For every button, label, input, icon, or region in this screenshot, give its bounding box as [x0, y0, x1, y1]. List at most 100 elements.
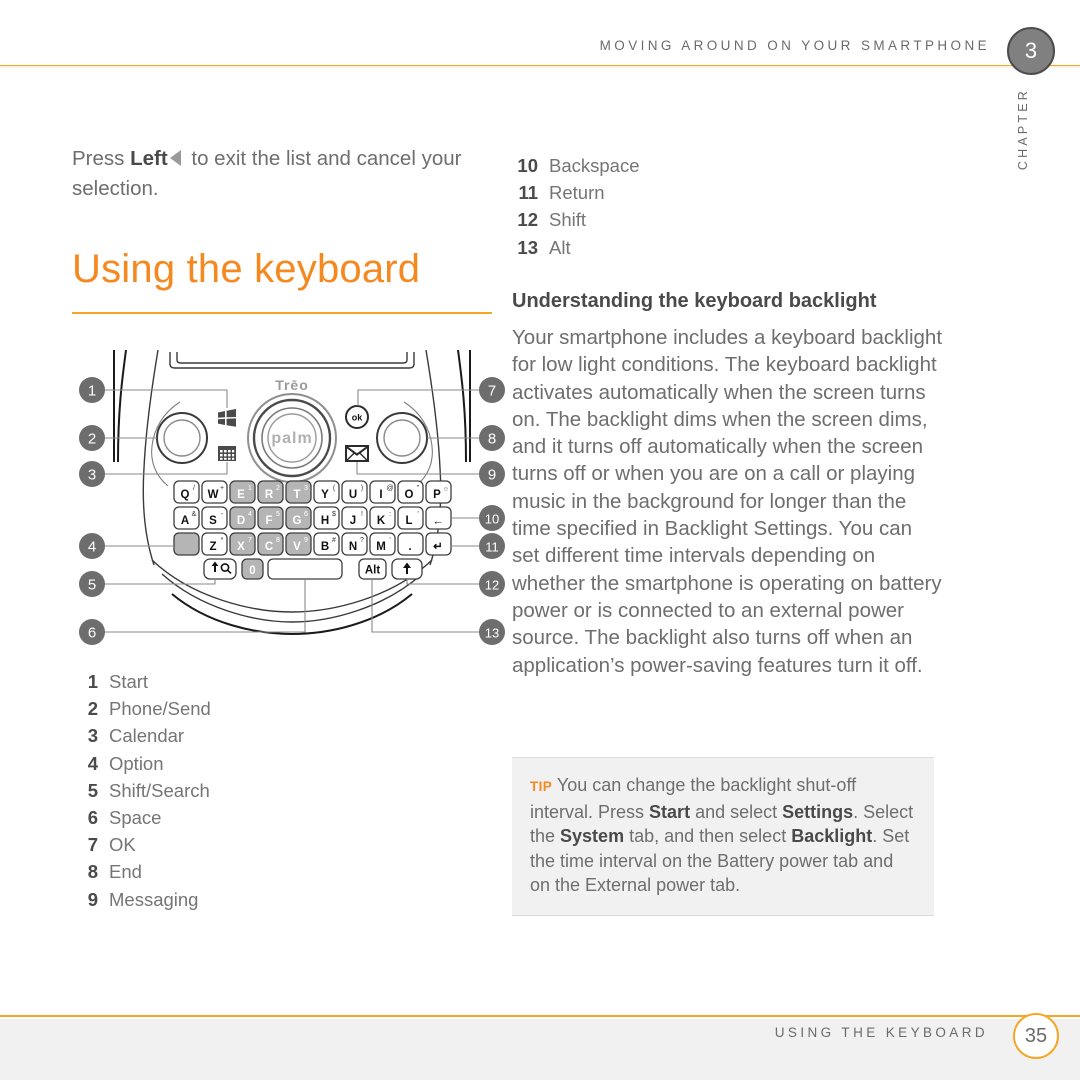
key-F: F5 — [257, 506, 284, 530]
svg-text:6: 6 — [304, 511, 308, 518]
svg-text:↵: ↵ — [433, 541, 443, 553]
keyboard-row-2: A& S- D4 F5 G6 H$ J! K: L' ← — [173, 506, 452, 530]
svg-text:?: ? — [360, 537, 364, 544]
backlight-section: Understanding the keyboard backlight You… — [512, 288, 942, 679]
manual-page: MOVING AROUND ON YOUR SMARTPHONE 3 CHAPT… — [0, 0, 1080, 1080]
legend-number: 5 — [87, 779, 98, 801]
svg-text:O: O — [405, 489, 414, 501]
envelope-icon — [345, 445, 369, 462]
key-U: U) — [341, 480, 368, 504]
callout-13: 13 — [479, 619, 505, 645]
svg-text:V: V — [293, 541, 301, 553]
treo-keyboard-figure: .ln{stroke:#8a8a8a;stroke-width:1.1;fill… — [72, 350, 512, 650]
legend-number: 11 — [518, 182, 538, 204]
svg-text:Q: Q — [181, 489, 190, 501]
svg-text:!: ! — [361, 511, 363, 518]
key-period: . — [397, 532, 424, 556]
callout-11: 11 — [479, 533, 505, 559]
legend-number: 13 — [517, 236, 538, 258]
svg-text:E: E — [237, 489, 245, 501]
footer-title: USING THE KEYBOARD — [774, 1025, 988, 1040]
legend-label: Phone/Send — [109, 698, 211, 720]
header-title: MOVING AROUND ON YOUR SMARTPHONE — [599, 38, 990, 53]
tip-text: TIP You can change the backlight shut-of… — [530, 773, 916, 898]
svg-text:+: + — [220, 485, 224, 492]
legend-label: Messaging — [109, 888, 199, 910]
svg-text:Z: Z — [209, 541, 216, 553]
svg-text:3: 3 — [304, 485, 308, 492]
key-O: O" — [397, 480, 424, 504]
key-M: M' — [369, 532, 396, 556]
svg-text:P: P — [433, 489, 441, 501]
key-backspace: ← — [425, 506, 452, 530]
key-Y: Y( — [313, 480, 340, 504]
svg-text:N: N — [349, 541, 357, 553]
svg-text:T: T — [293, 489, 300, 501]
legend-item: 1 Start — [72, 668, 402, 695]
svg-text:W: W — [208, 489, 219, 501]
legend-number: 1 — [87, 671, 98, 692]
intro-text-before: Press — [72, 147, 131, 170]
figure-legend-right: 10 Backspace 11 Return 12 Shift 13 Alt — [512, 152, 842, 261]
svg-text:2: 2 — [88, 431, 96, 448]
key-L: L' — [397, 506, 424, 530]
svg-text:&: & — [192, 511, 197, 518]
key-B: B# — [313, 532, 340, 556]
svg-text:I: I — [379, 489, 382, 501]
key-X: X7 — [229, 532, 256, 556]
svg-text:M: M — [376, 541, 386, 553]
legend-label: OK — [109, 834, 136, 856]
keyboard: Q/ W+ E1 R2 T3 Y( U) I@ O" P ☼ A& S- D4 F… — [173, 480, 452, 580]
svg-text:L: L — [405, 515, 412, 527]
tip-b3: System — [560, 826, 625, 846]
callout-7: 7 — [479, 377, 505, 403]
tip-b4: Backlight — [791, 826, 873, 846]
legend-label: Shift/Search — [109, 779, 210, 801]
chapter-number-badge: 3 — [1007, 27, 1055, 75]
tip-t4: tab, and then select — [624, 826, 792, 846]
tip-label: TIP — [530, 779, 553, 794]
svg-text:1: 1 — [248, 485, 252, 492]
svg-text:A: A — [181, 515, 189, 527]
key-shift-search — [203, 558, 237, 580]
legend-number: 2 — [87, 698, 98, 720]
legend-item: 10 Backspace — [512, 152, 842, 179]
legend-label: Option — [109, 752, 164, 774]
key-D: D4 — [229, 506, 256, 530]
phone-send-button — [151, 401, 208, 487]
svg-text:8: 8 — [488, 431, 496, 448]
key-option — [173, 532, 200, 556]
calendar-grid-icon — [218, 446, 236, 461]
key-C: C8 — [257, 532, 284, 556]
intro-block: Press Left to exit the list and cancel y… — [72, 144, 492, 204]
key-alt: Alt — [358, 558, 387, 580]
legend-label: Calendar — [109, 725, 185, 747]
section-body: Your smartphone includes a keyboard back… — [512, 326, 943, 677]
svg-text:8: 8 — [276, 537, 280, 544]
svg-text:K: K — [377, 515, 386, 527]
figure-legend-left: 1 Start 2 Phone/Send 3 Calendar 4 Option 5 Sh… — [72, 668, 402, 913]
svg-text:ok: ok — [352, 413, 363, 423]
legend-item: 3 Calendar — [72, 722, 402, 749]
keyboard-row-1: Q/ W+ E1 R2 T3 Y( U) I@ O" P ☼ — [173, 480, 452, 504]
callout-9: 9 — [479, 461, 505, 487]
keyboard-row-3: Z* X7 C8 V9 B# N? M' . ↵ — [173, 532, 452, 556]
key-J: J! — [341, 506, 368, 530]
svg-text:.: . — [408, 541, 411, 553]
svg-text:D: D — [237, 515, 245, 527]
svg-text:13: 13 — [485, 626, 499, 641]
callout-1: 1 — [79, 377, 105, 403]
svg-text:5: 5 — [276, 511, 280, 518]
keyboard-row-4: 0 Alt — [203, 558, 423, 580]
section-heading: Understanding the keyboard backlight — [512, 290, 877, 312]
svg-text:10: 10 — [485, 512, 499, 527]
legend-label: Shift — [549, 209, 587, 231]
key-I: I@ — [369, 480, 396, 504]
key-Z: Z* — [201, 532, 228, 556]
tip-b1: Start — [649, 801, 691, 822]
key-H: H$ — [313, 506, 340, 530]
svg-text:@: @ — [386, 485, 393, 492]
tip-t2: and select — [690, 801, 783, 822]
svg-text:7: 7 — [488, 383, 496, 400]
svg-text:11: 11 — [485, 540, 499, 555]
